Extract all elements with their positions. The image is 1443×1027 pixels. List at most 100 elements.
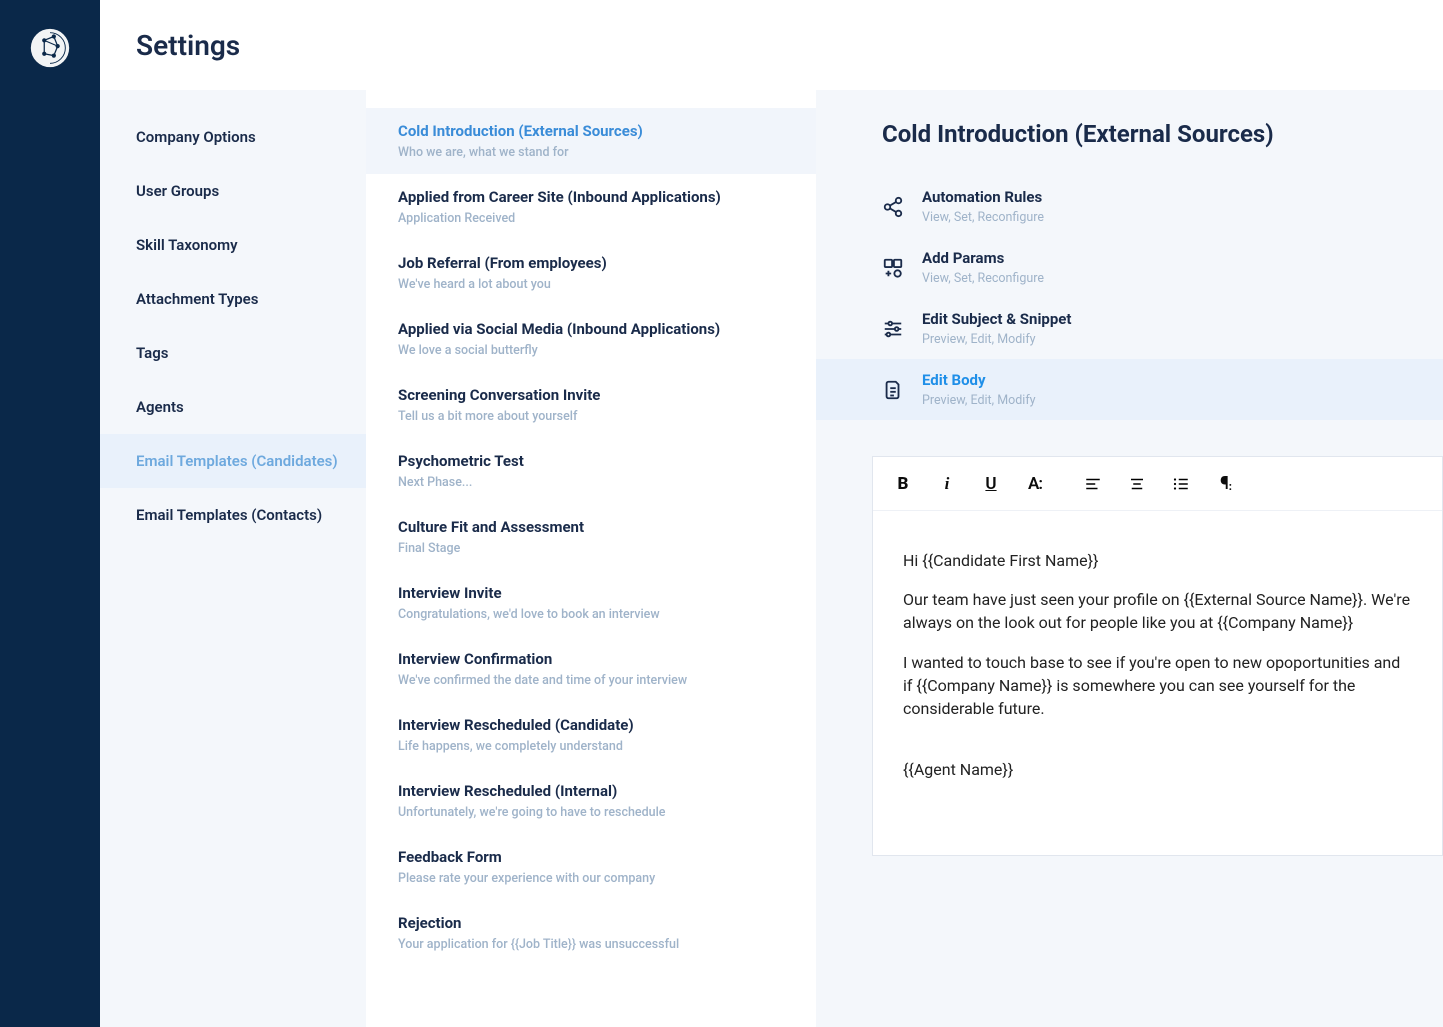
template-item[interactable]: Job Referral (From employees)We've heard… (366, 240, 816, 306)
action-title: Add Params (922, 249, 1044, 267)
action-text: Edit Body Preview, Edit, Modify (922, 371, 1036, 408)
page-header: Settings (100, 0, 1443, 90)
font-label: A: (1028, 474, 1042, 494)
template-subtitle: Please rate your experience with our com… (398, 871, 798, 886)
params-icon (882, 257, 922, 279)
template-title: Psychometric Test (398, 452, 798, 470)
template-subtitle: Your application for {{Job Title}} was u… (398, 937, 798, 952)
share-icon (882, 196, 922, 218)
toolbar-list-button[interactable] (1159, 464, 1203, 504)
template-subtitle: We've heard a lot about you (398, 277, 798, 292)
template-title: Applied from Career Site (Inbound Applic… (398, 188, 798, 206)
settings-nav-label: Tags (136, 344, 169, 362)
action-title: Edit Subject & Snippet (922, 310, 1071, 328)
editor-body[interactable]: Hi {{Candidate First Name}} Our team hav… (873, 511, 1442, 835)
template-item[interactable]: Applied via Social Media (Inbound Applic… (366, 306, 816, 372)
template-subtitle: Congratulations, we'd love to book an in… (398, 607, 798, 622)
body-p4: {{Agent Name}} (903, 758, 1412, 781)
toolbar-font-button[interactable]: A: (1013, 464, 1057, 504)
action-subtitle: View, Set, Reconfigure (922, 271, 1044, 286)
toolbar-bold-button[interactable]: B (881, 464, 925, 504)
bold-label: B (898, 474, 909, 494)
detail-panel: Cold Introduction (External Sources) Aut… (816, 90, 1443, 1027)
template-subtitle: Life happens, we completely understand (398, 739, 798, 754)
template-item[interactable]: Interview Rescheduled (Candidate) Life ha… (366, 702, 816, 768)
page-title: Settings (136, 29, 240, 62)
template-title: Screening Conversation Invite (398, 386, 798, 404)
action-row[interactable]: Edit Body Preview, Edit, Modify (816, 359, 1443, 420)
template-title: Interview Rescheduled (Candidate) (398, 716, 798, 734)
template-subtitle: Final Stage (398, 541, 798, 556)
action-text: Edit Subject & Snippet Preview, Edit, Mod… (922, 310, 1071, 347)
align-left-icon (1084, 475, 1102, 493)
template-subtitle: Application Received (398, 211, 798, 226)
template-title: Rejection (398, 914, 798, 932)
body-p3: I wanted to touch base to see if you're … (903, 651, 1412, 721)
settings-nav-item[interactable]: User Groups (100, 164, 366, 218)
action-subtitle: Preview, Edit, Modify (922, 332, 1071, 347)
action-list: Automation RulesView, Set, Reconfigure Ad… (816, 176, 1443, 420)
list-icon (1172, 475, 1190, 493)
template-subtitle: Tell us a bit more about yourself (398, 409, 798, 424)
settings-nav-item[interactable]: Skill Taxonomy (100, 218, 366, 272)
body-p1: Hi {{Candidate First Name}} (903, 549, 1412, 572)
app-logo[interactable] (26, 24, 74, 72)
template-title: Interview Invite (398, 584, 798, 602)
underline-label: U (985, 474, 996, 494)
settings-nav-label: Skill Taxonomy (136, 236, 238, 254)
action-subtitle: Preview, Edit, Modify (922, 393, 1036, 408)
toolbar-italic-button[interactable]: i (925, 464, 969, 504)
action-text: Add Params View, Set, Reconfigure (922, 249, 1044, 286)
toolbar-align-center-button[interactable] (1115, 464, 1159, 504)
settings-nav-item[interactable]: Company Options (100, 110, 366, 164)
toolbar-paragraph-button[interactable]: ¶: (1203, 464, 1247, 504)
template-list: Cold Introduction (External Sources)Who … (366, 90, 816, 1027)
settings-nav-label: Agents (136, 398, 184, 416)
settings-nav-item[interactable]: Agents (100, 380, 366, 434)
align-center-icon (1128, 475, 1146, 493)
settings-nav-label: User Groups (136, 182, 219, 200)
template-item[interactable]: Interview Rescheduled (Internal)Unfortun… (366, 768, 816, 834)
template-item[interactable]: Rejection Your application for {{Job Titl… (366, 900, 816, 966)
settings-sidebar: Company Options User Groups Skill Taxonomy… (100, 90, 366, 1027)
template-subtitle: Unfortunately, we're going to have to re… (398, 805, 798, 820)
settings-nav-item[interactable]: Tags (100, 326, 366, 380)
template-item[interactable]: Psychometric Test Next Phase... (366, 438, 816, 504)
action-row[interactable]: Edit Subject & Snippet Preview, Edit, Mod… (816, 298, 1443, 359)
template-item[interactable]: Feedback Form Please rate your experience… (366, 834, 816, 900)
action-row[interactable]: Add Params View, Set, Reconfigure (816, 237, 1443, 298)
template-item[interactable]: Interview Confirmation We've confirmed th… (366, 636, 816, 702)
toolbar-underline-button[interactable]: U (969, 464, 1013, 504)
template-subtitle: We love a social butterfly (398, 343, 798, 358)
action-row[interactable]: Automation RulesView, Set, Reconfigure (816, 176, 1443, 237)
editor: B i U A: ¶: (872, 456, 1443, 856)
action-subtitle: View, Set, Reconfigure (922, 210, 1044, 225)
template-title: Culture Fit and Assessment (398, 518, 798, 536)
pilcrow-icon: ¶: (1220, 473, 1230, 494)
toolbar-align-left-button[interactable] (1071, 464, 1115, 504)
body-p2: Our team have just seen your profile on … (903, 588, 1412, 634)
template-subtitle: Who we are, what we stand for (398, 145, 798, 160)
settings-nav-label: Email Templates (Candidates) (136, 452, 338, 470)
sliders-icon (882, 318, 922, 340)
editor-toolbar: B i U A: ¶: (873, 457, 1442, 511)
template-item[interactable]: Screening Conversation Invite Tell us a b… (366, 372, 816, 438)
settings-nav-label: Company Options (136, 128, 256, 146)
template-subtitle: Next Phase... (398, 475, 798, 490)
template-subtitle: We've confirmed the date and time of you… (398, 673, 798, 688)
template-item[interactable]: Interview Invite Congratulations, we'd lo… (366, 570, 816, 636)
template-title: Feedback Form (398, 848, 798, 866)
template-item[interactable]: Culture Fit and Assessment Final Stage (366, 504, 816, 570)
document-icon (882, 379, 922, 401)
template-title: Applied via Social Media (Inbound Applic… (398, 320, 798, 338)
italic-label: i (945, 474, 950, 494)
template-item[interactable]: Cold Introduction (External Sources)Who … (366, 108, 816, 174)
settings-nav-label: Attachment Types (136, 290, 258, 308)
settings-nav-item[interactable]: Attachment Types (100, 272, 366, 326)
settings-nav-item[interactable]: Email Templates (Contacts) (100, 488, 366, 542)
action-title: Edit Body (922, 371, 1036, 389)
template-title: Interview Confirmation (398, 650, 798, 668)
settings-nav-item[interactable]: Email Templates (Candidates) (100, 434, 366, 488)
columns: Company Options User Groups Skill Taxonomy… (100, 90, 1443, 1027)
template-item[interactable]: Applied from Career Site (Inbound Applic… (366, 174, 816, 240)
